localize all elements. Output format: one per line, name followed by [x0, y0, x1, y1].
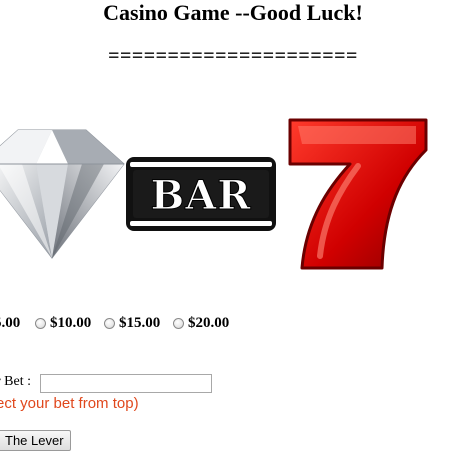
bet-option-10[interactable]: $10.00 [35, 315, 91, 332]
reel-bar: BAR [125, 156, 277, 232]
radio-button[interactable] [104, 318, 115, 329]
bet-hint: ect your bet from top) [0, 395, 139, 412]
bet-option-20[interactable]: $20.00 [173, 315, 229, 332]
bet-input[interactable] [40, 374, 212, 393]
bet-option-label: $15.00 [119, 315, 161, 331]
reel-seven [284, 116, 432, 272]
pull-lever-button[interactable]: The Lever [0, 430, 71, 451]
bet-option-15[interactable]: $15.00 [104, 315, 160, 332]
bet-option-5[interactable]: 5.00 [0, 315, 20, 332]
bet-option-label: $20.00 [188, 315, 230, 331]
page-title: Casino Game --Good Luck! [103, 0, 363, 25]
title-divider: ===================== [108, 45, 358, 67]
bet-option-label: $10.00 [50, 315, 92, 331]
bar-icon: BAR [126, 157, 276, 231]
radio-button[interactable] [35, 318, 46, 329]
reel-diamond [0, 126, 126, 260]
diamond-icon [0, 129, 125, 259]
bet-label: r Bet : [0, 374, 31, 389]
radio-button[interactable] [173, 318, 184, 329]
bet-option-label: 5.00 [0, 315, 21, 331]
bar-text: BAR [150, 172, 251, 219]
seven-icon [288, 118, 428, 270]
